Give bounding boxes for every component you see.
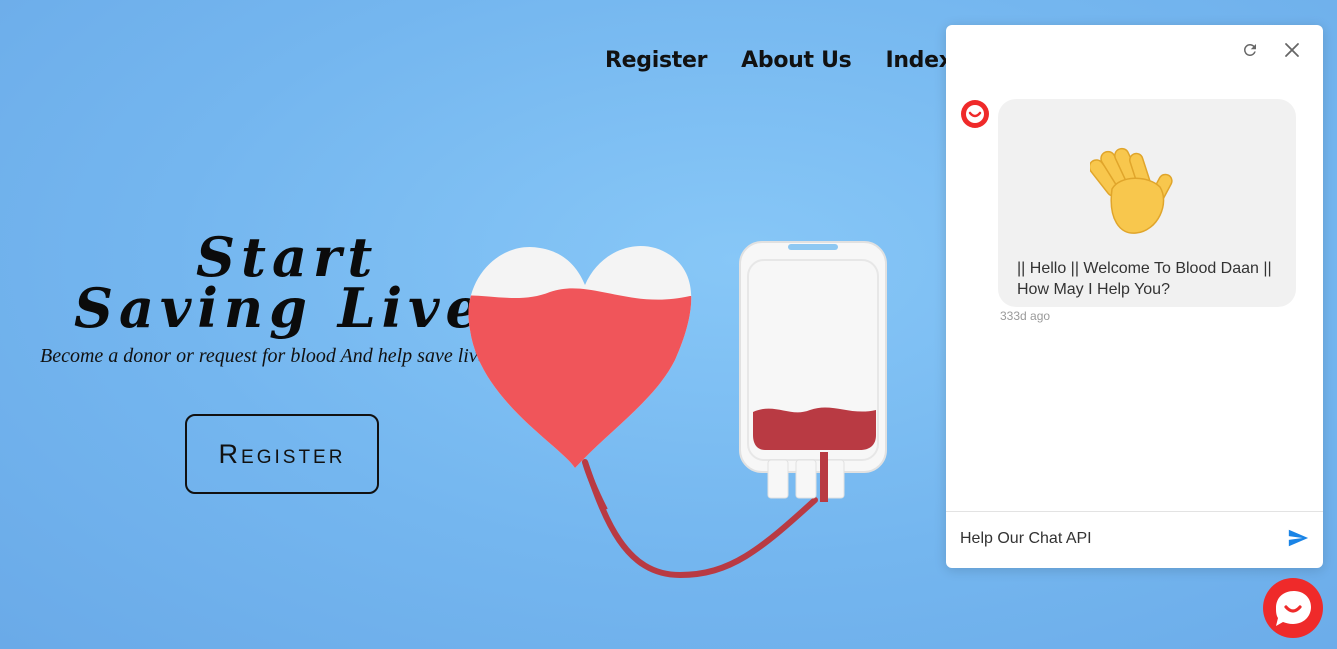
chat-message-timestamp: 333d ago (1000, 309, 1051, 323)
chat-message-text: || Hello || Welcome To Blood Daan || How… (1017, 260, 1272, 298)
chat-message-input[interactable] (960, 526, 1260, 552)
nav-index-link[interactable]: Index (885, 48, 953, 73)
chat-bot-logo-icon (960, 99, 990, 133)
hero-tagline: Become a donor or request for blood And … (40, 345, 495, 367)
nav-about-us-link[interactable]: About Us (741, 48, 852, 73)
close-icon[interactable] (1281, 39, 1303, 61)
send-icon[interactable] (1287, 527, 1309, 553)
chat-header-actions (1239, 39, 1303, 61)
blood-donation-illustration (468, 241, 887, 579)
chat-composer (946, 511, 1323, 568)
main-nav: Register About Us Index (605, 48, 953, 73)
chat-launcher-button[interactable] (1262, 577, 1324, 643)
nav-register-link[interactable]: Register (605, 48, 707, 73)
refresh-icon[interactable] (1239, 39, 1261, 61)
hero-register-button[interactable]: Register (185, 414, 379, 494)
chat-widget: || Hello || Welcome To Blood Daan || How… (946, 25, 1323, 568)
wave-emoji-icon (1088, 145, 1184, 243)
